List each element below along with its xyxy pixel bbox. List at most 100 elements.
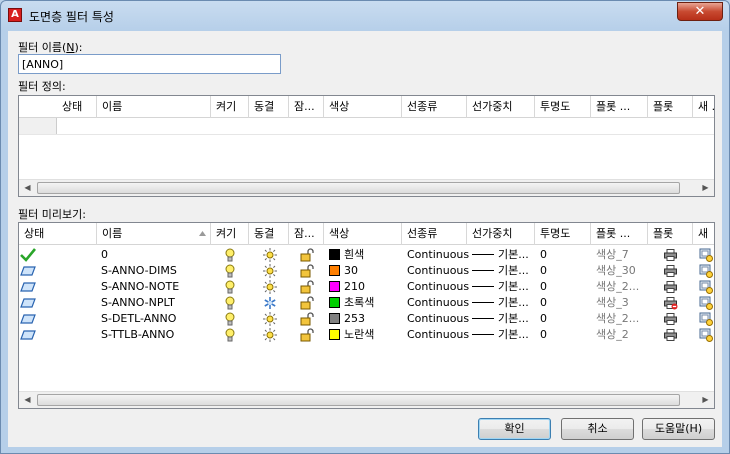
lightbulb-on-icon[interactable] [225,328,235,342]
unlock-icon[interactable] [300,328,314,342]
scroll-left-icon[interactable]: ◀ [19,180,36,196]
unlock-icon[interactable] [300,248,314,262]
unlock-icon[interactable] [300,264,314,278]
table-row[interactable]: S-ANNO-NPLT 초록색 Continuous 기본... 0 색상_3 [19,295,714,311]
unlock-icon[interactable] [300,312,314,326]
scrollbar-thumb[interactable] [37,182,680,194]
filter-definition-grid[interactable]: 상태이름켜기동결잠...색상선종류선가중치투명도플롯 ...플롯새 ... ◀ … [18,95,715,197]
filter-preview-grid[interactable]: 상태 이름 켜기 동결 잠... 색상 선종류 선가중치 투명도 플롯 ... 플롯 새 0 흰색 Con… [18,222,715,409]
preview-header: 상태 이름 켜기 동결 잠... 색상 선종류 선가중치 투명도 플롯 ... 플롯 새 [19,223,714,245]
lightbulb-on-icon[interactable] [225,280,235,294]
lightbulb-on-icon[interactable] [225,264,235,278]
title-bar[interactable]: A 도면층 필터 특성 ✕ [1,1,729,31]
printer-icon[interactable] [664,281,677,293]
layer-color[interactable]: 노란색 [329,327,402,343]
definition-column-header[interactable]: 이름 [97,96,211,118]
definition-column-header[interactable]: 플롯 [648,96,693,118]
thaw-sun-icon[interactable] [263,280,277,294]
new-viewport-freeze-icon[interactable] [699,312,713,326]
preview-column-header[interactable]: 투명도 [535,223,591,245]
scroll-left-icon[interactable]: ◀ [19,392,36,408]
layer-lineweight[interactable]: 기본... [472,263,535,279]
lineweight-sample [472,302,494,303]
current-layer-check-icon[interactable] [20,248,36,262]
layer-color[interactable]: 초록색 [329,295,402,311]
new-viewport-freeze-icon[interactable] [699,280,713,294]
layer-status-icon[interactable] [20,330,36,340]
printer-icon[interactable] [664,329,677,341]
layer-color[interactable]: 30 [329,263,402,279]
layer-color[interactable]: 210 [329,279,402,295]
definition-column-header[interactable]: 선가중치 [467,96,535,118]
definition-column-header[interactable]: 플롯 ... [591,96,648,118]
layer-color[interactable]: 흰색 [329,247,402,263]
definition-column-header[interactable]: 투명도 [535,96,591,118]
cancel-button[interactable]: 취소 [561,418,634,440]
layer-lineweight[interactable]: 기본... [472,295,535,311]
definition-column-header[interactable]: 동결 [249,96,289,118]
layer-linetype: Continuous [407,264,469,277]
table-row[interactable]: S-DETL-ANNO 253 Continuous 기본... 0 색상_2... [19,311,714,327]
layer-color[interactable]: 253 [329,311,402,327]
layer-status-icon[interactable] [20,266,36,276]
printer-icon[interactable] [664,249,677,261]
layer-lineweight[interactable]: 기본... [472,247,535,263]
help-button[interactable]: 도움말(H) [642,418,715,440]
layer-lineweight[interactable]: 기본... [472,279,535,295]
preview-column-header[interactable]: 새 [693,223,714,245]
preview-column-header[interactable]: 선종류 [402,223,467,245]
definition-row[interactable] [19,118,714,135]
unlock-icon[interactable] [300,280,314,294]
definition-column-header[interactable]: 상태 [57,96,97,118]
lightbulb-on-icon[interactable] [225,296,235,310]
preview-column-header[interactable]: 켜기 [211,223,249,245]
preview-column-header[interactable]: 잠... [289,223,324,245]
table-row[interactable]: S-ANNO-NOTE 210 Continuous 기본... 0 색상_2... [19,279,714,295]
lightbulb-on-icon[interactable] [225,248,235,262]
scroll-right-icon[interactable]: ▶ [697,180,714,196]
new-viewport-freeze-icon[interactable] [699,248,713,262]
layer-lineweight[interactable]: 기본... [472,311,535,327]
thaw-sun-icon[interactable] [263,328,277,342]
lightbulb-on-icon[interactable] [225,312,235,326]
filter-name-input[interactable] [18,54,281,74]
table-row[interactable]: S-TTLB-ANNO 노란색 Continuous 기본... 0 색상_2 [19,327,714,343]
unlock-icon[interactable] [300,296,314,310]
new-viewport-freeze-icon[interactable] [699,328,713,342]
preview-column-header[interactable]: 선가중치 [467,223,535,245]
layer-status-icon[interactable] [20,282,36,292]
close-button[interactable]: ✕ [677,2,723,21]
preview-column-header[interactable]: 플롯 [648,223,693,245]
definition-column-header[interactable]: 선종류 [402,96,467,118]
preview-column-header[interactable]: 색상 [324,223,402,245]
definition-horizontal-scrollbar[interactable]: ◀ ▶ [19,179,714,196]
printer-icon[interactable] [664,265,677,277]
layer-plot-style: 색상_30 [596,264,636,277]
freeze-snowflake-icon[interactable] [263,296,277,310]
thaw-sun-icon[interactable] [263,312,277,326]
preview-column-header[interactable]: 플롯 ... [591,223,648,245]
definition-column-header[interactable]: 잠... [289,96,324,118]
preview-column-header[interactable]: 상태 [19,223,97,245]
layer-lineweight[interactable]: 기본... [472,327,535,343]
layer-transparency: 0 [540,264,547,277]
thaw-sun-icon[interactable] [263,264,277,278]
preview-column-header[interactable]: 이름 [97,223,211,245]
preview-column-header[interactable]: 동결 [249,223,289,245]
scrollbar-thumb[interactable] [37,394,680,406]
definition-column-header[interactable]: 새 ... [693,96,714,118]
scroll-right-icon[interactable]: ▶ [697,392,714,408]
definition-column-header[interactable]: 켜기 [211,96,249,118]
layer-status-icon[interactable] [20,314,36,324]
new-viewport-freeze-icon[interactable] [699,296,713,310]
printer-disabled-icon[interactable] [664,297,678,310]
layer-status-icon[interactable] [20,298,36,308]
preview-horizontal-scrollbar[interactable]: ◀ ▶ [19,391,714,408]
table-row[interactable]: 0 흰색 Continuous 기본... 0 색상_7 [19,247,714,263]
table-row[interactable]: S-ANNO-DIMS 30 Continuous 기본... 0 색상_30 [19,263,714,279]
definition-column-header[interactable]: 색상 [324,96,402,118]
thaw-sun-icon[interactable] [263,248,277,262]
printer-icon[interactable] [664,313,677,325]
ok-button[interactable]: 확인 [478,418,551,440]
new-viewport-freeze-icon[interactable] [699,264,713,278]
